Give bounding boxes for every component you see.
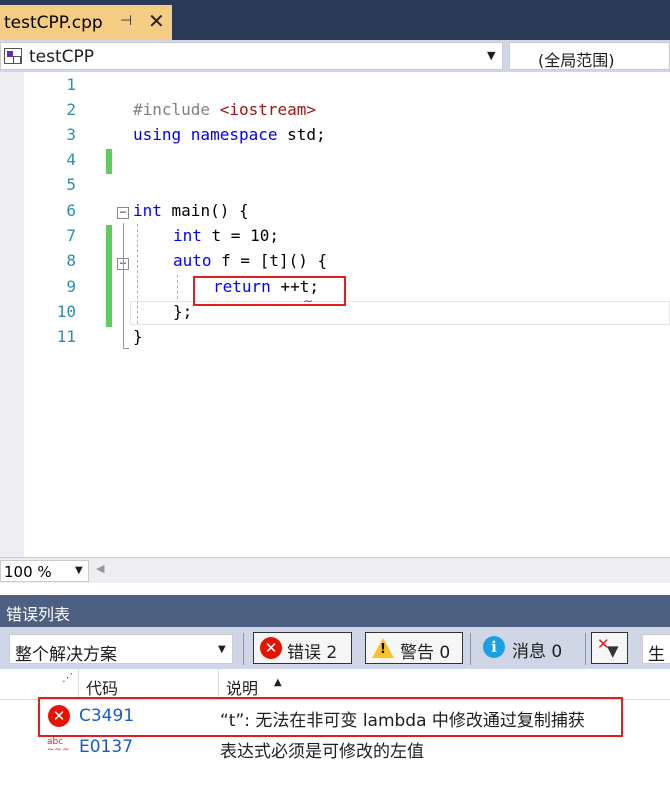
keyword: auto — [173, 251, 212, 270]
chevron-down-icon[interactable]: ▼ — [487, 49, 495, 62]
tab-title: testCPP.cpp — [4, 13, 103, 33]
error-list-grid: ⋰ 代码 说明 ▲ ✕ C3491 “t”: 无法在非可变 lambda 中修改… — [0, 669, 670, 807]
change-marker — [106, 225, 112, 327]
column-header-code[interactable]: 代码 — [86, 675, 118, 699]
errors-filter-button[interactable]: ✕ 错误 2 — [253, 632, 352, 664]
document-tab[interactable]: testCPP.cpp ⊣ ✕ — [0, 5, 172, 40]
line-number: 11 — [56, 327, 76, 346]
info-icon: i — [483, 636, 505, 658]
navigation-bar: testCPP ▼ (全局范围) — [0, 40, 670, 72]
document-tab-bar: testCPP.cpp ⊣ ✕ — [0, 0, 670, 40]
code-line-7: int t = 10; — [173, 226, 279, 245]
scroll-left-icon[interactable]: ◀ — [96, 562, 104, 575]
scope-label: (全局范围) — [538, 51, 615, 70]
project-label: testCPP — [29, 47, 95, 67]
code-text: f = [t]() { — [211, 251, 328, 270]
toolbar-separator — [470, 633, 471, 665]
error-icon: ✕ — [260, 637, 282, 659]
line-number: 1 — [66, 75, 76, 94]
toolbar-separator — [243, 633, 244, 665]
column-chooser-icon[interactable]: ⋰ — [62, 671, 73, 684]
messages-filter-label: 消息 0 — [512, 642, 563, 662]
sort-ascending-icon: ▲ — [274, 677, 282, 688]
project-dropdown[interactable]: testCPP ▼ — [0, 42, 503, 70]
pin-icon[interactable]: ⊣ — [120, 13, 132, 29]
chevron-down-icon[interactable]: ▼ — [75, 565, 83, 576]
code-line-11: } — [133, 327, 143, 346]
line-number: 8 — [66, 251, 76, 270]
close-icon[interactable]: ✕ — [148, 9, 165, 33]
toolbar-separator — [585, 633, 586, 665]
line-number: 4 — [66, 150, 76, 169]
include-header: <iostream> — [219, 100, 317, 119]
code-line-3: using namespace std; — [133, 125, 326, 144]
fold-line — [123, 223, 124, 348]
line-number: 6 — [66, 201, 76, 220]
error-description: 表达式必须是可修改的左值 — [220, 742, 424, 762]
annotation-box — [193, 276, 346, 306]
errors-filter-label: 错误 2 — [287, 643, 338, 663]
error-list-toolbar: 整个解决方案 ▼ ✕ 错误 2 ! 警告 0 i 消息 0 ✕ ▼ 生成 — [0, 627, 670, 690]
code-line-10: }; — [173, 302, 193, 321]
preprocessor-directive: #include — [133, 100, 220, 119]
zoom-level: 100 % — [4, 563, 52, 581]
warnings-filter-label: 警告 0 — [400, 643, 451, 663]
build-filter-dropdown[interactable]: 生成 — [642, 634, 670, 690]
error-code-link[interactable]: E0137 — [79, 737, 133, 757]
indent-guide — [177, 275, 178, 299]
keyword: int — [173, 226, 202, 245]
code-editor[interactable]: 1 2 3 4 5 6 7 8 9 10 11 − − #include <io… — [0, 72, 670, 557]
scope-filter-label: 整个解决方案 — [15, 645, 117, 665]
line-number: 5 — [66, 175, 76, 194]
line-number: 3 — [66, 125, 76, 144]
intellisense-error-icon: abc ∼∼∼ — [47, 737, 70, 755]
line-number: 9 — [66, 277, 76, 296]
keyword: using namespace — [133, 125, 278, 144]
error-list-header: 错误列表 — [0, 595, 670, 627]
warning-icon: ! — [372, 638, 394, 658]
keyword: int — [133, 201, 162, 220]
code-line-6: int main() { — [133, 201, 249, 220]
line-number: 7 — [66, 226, 76, 245]
code-text: std; — [277, 125, 326, 144]
fold-line-end — [123, 348, 129, 349]
change-marker — [106, 149, 112, 174]
chevron-down-icon[interactable]: ▼ — [218, 644, 226, 655]
messages-filter-button[interactable]: i 消息 0 — [476, 632, 580, 664]
warnings-filter-button[interactable]: ! 警告 0 — [365, 632, 463, 664]
scope-filter-dropdown[interactable]: 整个解决方案 ▼ — [9, 634, 233, 665]
column-header-description[interactable]: 说明 — [226, 675, 258, 699]
indicator-margin — [0, 72, 24, 557]
annotation-box — [38, 697, 623, 737]
scope-dropdown[interactable]: (全局范围) — [509, 42, 670, 70]
project-icon — [4, 48, 22, 64]
code-line-8: auto f = [t]() { — [173, 251, 327, 270]
code-text: t = 10; — [201, 226, 279, 245]
code-text: main() { — [161, 201, 249, 220]
zoom-dropdown[interactable]: 100 % ▼ — [0, 560, 89, 582]
column-divider[interactable] — [78, 669, 79, 700]
line-number: 2 — [66, 100, 76, 119]
clear-filter-button[interactable]: ✕ ▼ — [591, 632, 628, 664]
code-line-2: #include <iostream> — [133, 100, 316, 119]
panel-title: 错误列表 — [6, 605, 71, 624]
fold-toggle-icon[interactable]: − — [117, 206, 129, 219]
column-divider[interactable] — [218, 669, 219, 700]
editor-status-bar: 100 % ▼ ◀ — [0, 557, 670, 583]
filter-icon: ▼ — [607, 642, 619, 660]
grid-header: ⋰ 代码 说明 ▲ — [0, 669, 670, 700]
line-number: 10 — [56, 302, 76, 321]
